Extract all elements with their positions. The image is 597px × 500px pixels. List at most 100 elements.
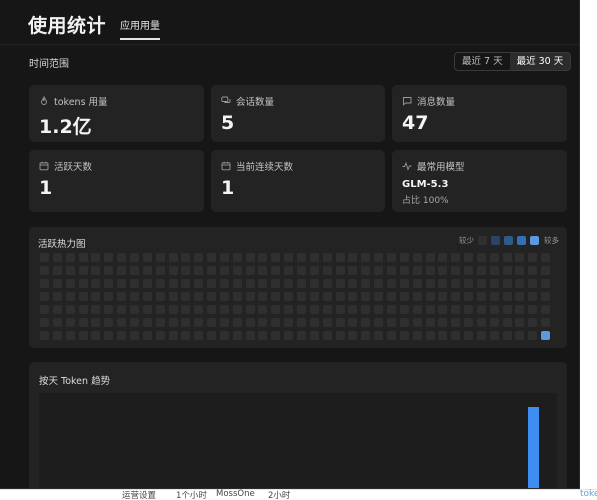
heatmap-cell <box>155 318 165 327</box>
heatmap-cell <box>502 305 512 314</box>
heatmap-cell <box>476 266 486 275</box>
heatmap-cell <box>40 292 49 301</box>
heatmap-cell <box>464 331 474 340</box>
heatmap-cell <box>335 305 345 314</box>
heatmap-cell <box>528 279 538 288</box>
legend-less-label: 较少 <box>459 236 474 245</box>
heatmap-cell <box>412 331 422 340</box>
heatmap-cell <box>91 305 101 314</box>
heatmap-cell <box>168 305 178 314</box>
top-model-label: 最常用模型 <box>417 162 465 173</box>
heatmap-cell <box>476 318 486 327</box>
heatmap-cell <box>451 305 461 314</box>
sessions-label: 会话数量 <box>236 97 275 108</box>
heatmap-cell <box>399 253 409 262</box>
heatmap-cell <box>541 292 551 301</box>
heatmap-cell <box>528 266 538 275</box>
heatmap-cell <box>168 279 178 288</box>
heatmap-cell <box>104 305 114 314</box>
messages-label: 消息数量 <box>417 97 456 108</box>
heatmap-cell <box>245 318 255 327</box>
heatmap-cell <box>168 253 178 262</box>
heatmap-cell <box>142 253 152 262</box>
heatmap-cell <box>52 266 62 275</box>
message-square-icon <box>403 97 412 106</box>
heatmap-cell <box>78 266 88 275</box>
heatmap-cell <box>489 292 499 301</box>
heatmap-cell <box>142 305 152 314</box>
heatmap-cell <box>348 331 358 340</box>
heatmap-cell <box>528 305 538 314</box>
heatmap-cell <box>258 253 268 262</box>
range-30-days-button[interactable]: 最近 30 天 <box>509 53 571 70</box>
heatmap-cell <box>425 305 435 314</box>
heatmap-cell <box>297 266 306 275</box>
heatmap-cell <box>168 331 178 340</box>
token-trend-card: 按天 Token 趋势 <box>29 362 567 488</box>
heatmap-cell <box>489 331 499 340</box>
heatmap-cell <box>78 292 88 301</box>
heatmap-cell <box>464 305 474 314</box>
active-days-card: 活跃天数 1 <box>29 150 204 212</box>
heatmap-cell <box>155 253 165 262</box>
heatmap-cell <box>104 253 114 262</box>
heatmap-cell <box>309 266 319 275</box>
heatmap-cell <box>91 318 101 327</box>
heatmap-cell <box>425 318 435 327</box>
heatmap-cell <box>40 266 49 275</box>
heatmap-cell <box>117 279 127 288</box>
heatmap-cell <box>78 331 88 340</box>
heatmap-cell <box>117 331 127 340</box>
heatmap-cell <box>245 279 255 288</box>
heatmap-cell <box>284 266 294 275</box>
heatmap-cell <box>515 292 525 301</box>
heatmap-cell <box>258 331 268 340</box>
heatmap-cell <box>219 266 229 275</box>
heatmap-cell <box>322 266 332 275</box>
heatmap-cell <box>181 279 191 288</box>
legend-swatch <box>491 236 500 245</box>
trend-bar[interactable] <box>527 407 539 488</box>
heatmap-cell <box>399 266 409 275</box>
heatmap-cell <box>386 253 396 262</box>
heatmap-cell <box>412 292 422 301</box>
heatmap-cell <box>245 266 255 275</box>
token-trend-chart <box>39 393 557 488</box>
heatmap-cell <box>348 266 358 275</box>
heatmap-cell <box>78 279 88 288</box>
heatmap-cell <box>129 292 139 301</box>
heatmap-cell <box>476 253 486 262</box>
heatmap-cell <box>40 305 49 314</box>
heatmap-cell <box>78 318 88 327</box>
calendar-icon <box>221 161 231 171</box>
heatmap-cell <box>451 253 461 262</box>
heatmap-cell <box>271 292 281 301</box>
heatmap-cell <box>232 305 242 314</box>
heatmap-cell <box>91 279 101 288</box>
heatmap-cell <box>502 253 512 262</box>
tab-app-usage[interactable]: 应用用量 <box>120 17 161 40</box>
heatmap-cell <box>502 292 512 301</box>
heatmap-cell <box>528 331 538 340</box>
legend-swatch <box>530 236 539 245</box>
heatmap-cell <box>502 279 512 288</box>
messages-value: 47 <box>402 112 429 134</box>
heatmap-cell <box>142 266 152 275</box>
heatmap-cell <box>425 331 435 340</box>
heatmap-cell <box>155 266 165 275</box>
heatmap-cell <box>489 305 499 314</box>
heatmap-cell <box>399 318 409 327</box>
heatmap-cell <box>451 292 461 301</box>
heatmap-cell <box>245 331 255 340</box>
heatmap-cell <box>412 253 422 262</box>
tokens-value: 1.2亿 <box>39 116 92 138</box>
top-model-share: 占比 100% <box>402 196 449 206</box>
range-7-days-button[interactable]: 最近 7 天 <box>455 53 510 70</box>
heatmap-cell <box>258 266 268 275</box>
heatmap-cell <box>297 318 306 327</box>
heatmap-cell <box>425 279 435 288</box>
heatmap-cell <box>91 266 101 275</box>
heatmap-cell <box>219 305 229 314</box>
heatmap-cell <box>374 266 384 275</box>
heatmap-cell <box>374 292 384 301</box>
